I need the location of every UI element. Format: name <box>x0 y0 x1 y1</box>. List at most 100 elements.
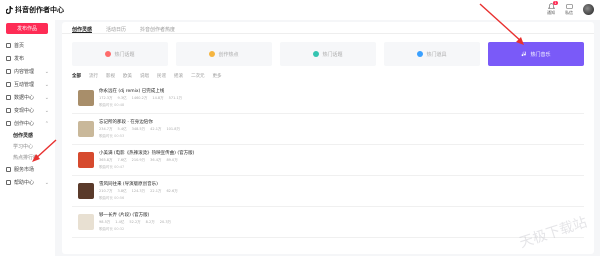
card-label: 热门音乐 <box>530 51 551 58</box>
list-item[interactable]: 雪风同往来 (导演版原创音乐) 210.7万 3.8亿 124.3万 22.1万… <box>72 176 584 207</box>
category-cards: 热门话题 创作热点 热门话题 热门道具 热门音乐 <box>62 34 594 66</box>
list-item[interactable]: 小美满 (电影《热辣滚烫》热映宣传曲) (官方版) 365.8万 7.6亿 21… <box>72 145 584 176</box>
sidebar-item-label: 数据中心 <box>14 95 35 101</box>
money-icon <box>6 108 11 113</box>
card-hot-topic[interactable]: 热门话题 <box>72 42 168 66</box>
album-cover <box>78 121 94 137</box>
song-duration: 歌曲时长 00:47 <box>99 165 125 169</box>
stat-value: 42.1万 <box>150 127 162 131</box>
notification-button[interactable]: 1 通知 <box>547 1 558 16</box>
sidebar-subitem-inspiration[interactable]: 创作灵感 <box>0 130 55 141</box>
card-hot-props[interactable]: 热门道具 <box>384 42 480 66</box>
stat-value: 172.3万 <box>99 96 113 100</box>
sidebar-subitem-learning[interactable]: 学习中心 <box>0 141 55 152</box>
top-bar: 抖音创作者中心 1 通知 私信 <box>0 0 600 20</box>
wand-icon <box>417 51 424 57</box>
sidebar-item-content[interactable]: 内容管理 ⌄ <box>0 65 55 78</box>
song-title: 够一长弄 (片段) (官方版) <box>99 213 150 218</box>
app-title: 抖音创作者中心 <box>15 6 64 14</box>
sidebar-item-label: 帮助中心 <box>14 180 35 186</box>
stat-value: 124.3万 <box>131 189 146 193</box>
chevron-down-icon: ⌄ <box>44 179 49 186</box>
sidebar-subitem-hot-rank[interactable]: 热点排行榜 <box>0 152 55 163</box>
card-label: 热门道具 <box>426 51 447 58</box>
chevron-down-icon: ⌄ <box>44 81 49 88</box>
help-icon <box>6 180 11 185</box>
sidebar-item-interaction[interactable]: 互动管理 ⌄ <box>0 78 55 91</box>
sidebar-item-label: 互动管理 <box>14 82 35 88</box>
filter-film[interactable]: 影视 <box>106 73 115 79</box>
sidebar-item-help[interactable]: 帮助中心 ⌄ <box>0 176 55 189</box>
stat-value: 571.1万 <box>168 96 183 100</box>
filter-all[interactable]: 全部 <box>72 73 81 79</box>
sidebar-item-label: 服务市场 <box>14 167 35 173</box>
publish-button[interactable]: 发布作品 <box>6 23 48 34</box>
tab-hotness[interactable]: 抖音创作者热度 <box>140 26 175 33</box>
stat-value: 101.8万 <box>166 127 180 131</box>
filter-rock[interactable]: 摇滚 <box>174 73 183 79</box>
card-creation-hotspot[interactable]: 创作热点 <box>176 42 272 66</box>
card-label: 创作热点 <box>218 51 239 58</box>
tab-inspiration[interactable]: 创作灵感 <box>72 26 93 33</box>
sidebar-item-label: 发布 <box>14 56 25 62</box>
chevron-down-icon: ⌄ <box>44 107 49 114</box>
tiktok-logo-icon <box>6 6 13 14</box>
filter-anime[interactable]: 二次元 <box>191 73 205 79</box>
tab-bar: 创作灵感 活动日历 抖音创作者热度 <box>62 22 594 34</box>
album-cover <box>78 214 94 230</box>
sidebar-item-home[interactable]: 首页 <box>0 39 55 52</box>
publish-label: 发布作品 <box>16 26 37 32</box>
song-title: 雪风同往来 (导演版原创音乐) <box>99 182 158 187</box>
sidebar: 发布作品 首页 发布 内容管理 ⌄ 互动管理 ⌄ 数据中心 ⌄ 变现中心 ⌄ 创作中心 ⌃… <box>0 20 55 256</box>
card-label: 热门话题 <box>322 51 343 58</box>
list-item[interactable]: 你永远在 (dj remix) 已完成上线 172.3万 9.3亿 1460.2… <box>72 83 584 114</box>
filter-western[interactable]: 欧美 <box>123 73 132 79</box>
message-label: 私信 <box>565 10 573 15</box>
filter-rap[interactable]: 说唱 <box>140 73 149 79</box>
app-logo[interactable]: 抖音创作者中心 <box>6 5 64 15</box>
chevron-down-icon: ⌄ <box>44 94 49 101</box>
song-duration: 歌曲时长 00:53 <box>99 134 125 138</box>
stat-value: 234.7万 <box>99 127 113 131</box>
sidebar-item-creation[interactable]: 创作中心 ⌃ <box>0 117 55 130</box>
fire-icon <box>105 51 112 57</box>
stat-value: 14.8万 <box>152 96 164 100</box>
sidebar-item-publish[interactable]: 发布 <box>0 52 55 65</box>
song-title: 你永远在 (dj remix) 已完成上线 <box>99 89 165 94</box>
home-icon <box>6 43 11 48</box>
creation-icon <box>6 121 11 126</box>
sidebar-item-data[interactable]: 数据中心 ⌄ <box>0 91 55 104</box>
song-duration: 歌曲时长 00:56 <box>99 196 125 200</box>
stat-value: 5.4亿 <box>117 127 127 131</box>
sidebar-item-service-market[interactable]: 服务市场 <box>0 163 55 176</box>
song-title: 小美满 (电影《热辣滚烫》热映宣传曲) (官方版) <box>99 151 195 156</box>
sidebar-item-label: 创作中心 <box>14 121 35 127</box>
sidebar-item-monetize[interactable]: 变现中心 ⌄ <box>0 104 55 117</box>
sidebar-item-label: 首页 <box>14 43 25 49</box>
target-icon <box>313 51 320 57</box>
album-cover <box>78 152 94 168</box>
message-button[interactable]: 私信 <box>565 3 573 16</box>
tab-calendar[interactable]: 活动日历 <box>106 26 126 33</box>
stat-value: 1460.2万 <box>131 96 148 100</box>
card-hot-music[interactable]: 热门音乐 <box>488 42 584 66</box>
list-item[interactable]: 够一长弄 (片段) (官方版) 98.5万 1.4亿 52.2万 8.2万 20… <box>72 207 584 238</box>
stat-value: 365.8万 <box>99 158 113 162</box>
stat-value: 98.5万 <box>99 220 111 224</box>
filter-pop[interactable]: 流行 <box>89 73 98 79</box>
stat-value: 62.6万 <box>166 189 178 193</box>
song-duration: 歌曲时长 00:32 <box>99 227 125 231</box>
stat-value: 1.4亿 <box>115 220 125 224</box>
stat-value: 210.7万 <box>99 189 113 193</box>
user-avatar[interactable] <box>583 4 594 15</box>
genre-filters: 全部 流行 影视 欧美 说唱 民谣 摇滚 二次元 更多 <box>62 66 594 79</box>
list-item[interactable]: 忘记所的那段 · 在身边陪你 234.7万 5.4亿 348.5万 42.1万 … <box>72 114 584 145</box>
filter-folk[interactable]: 民谣 <box>157 73 166 79</box>
stat-value: 348.5万 <box>131 127 146 131</box>
market-icon <box>6 167 11 172</box>
card-hot-challenge[interactable]: 热门话题 <box>280 42 376 66</box>
card-label: 热门话题 <box>114 51 135 58</box>
album-cover <box>78 183 94 199</box>
notification-label: 通知 <box>547 10 555 15</box>
filter-more[interactable]: 更多 <box>213 73 222 79</box>
